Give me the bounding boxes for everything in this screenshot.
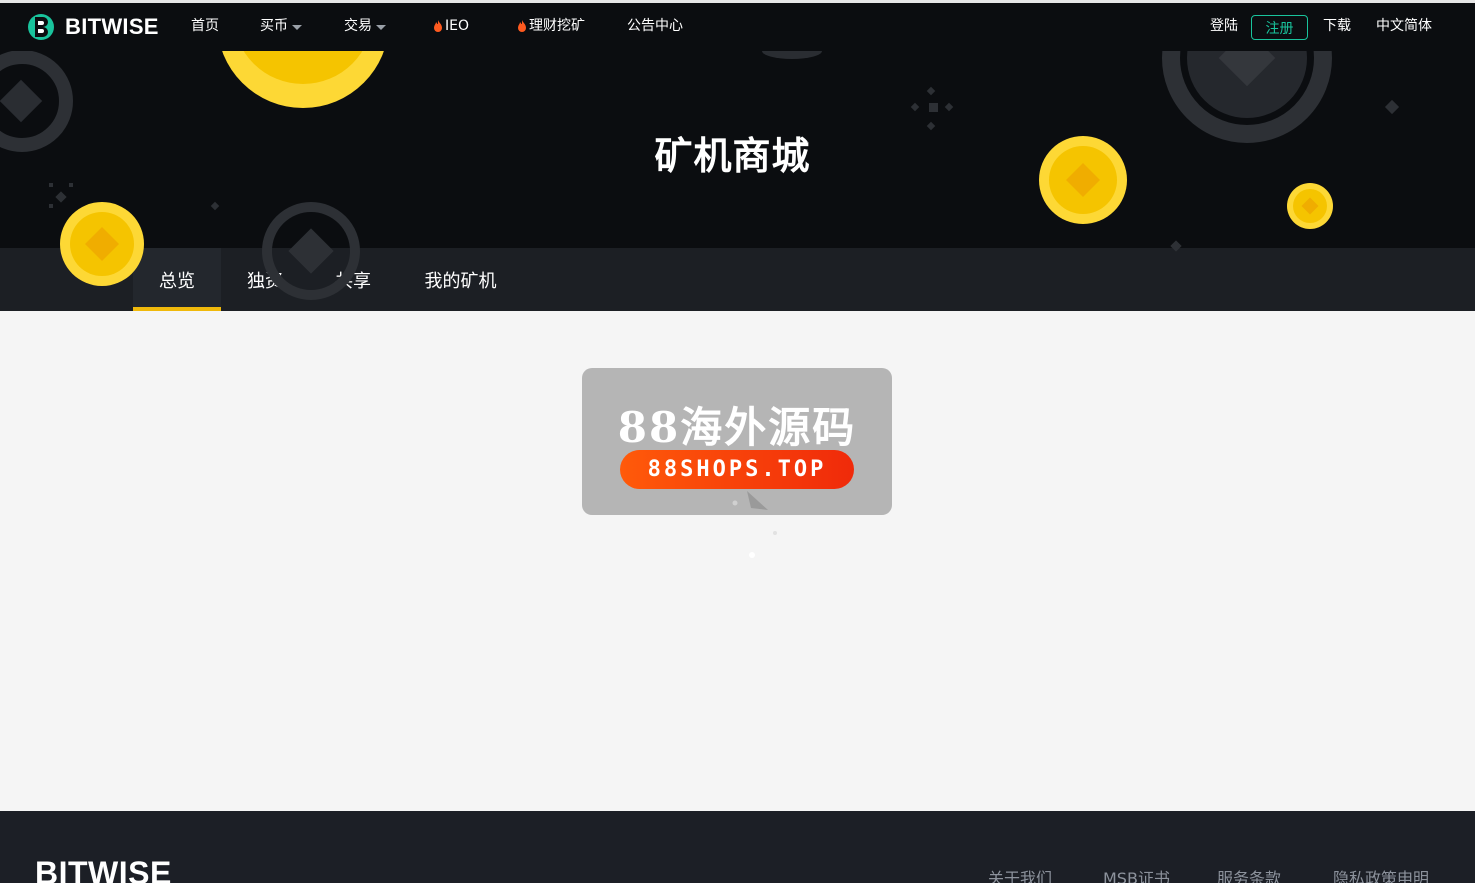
footer-link-privacy[interactable]: 隐私政策申明 <box>1333 865 1429 883</box>
login-label: 登陆 <box>1210 18 1238 34</box>
tab-overview[interactable]: 总览 <box>133 248 221 311</box>
watermark-title: 88海外源码 <box>617 403 857 452</box>
nav-announcements-label: 公告中心 <box>627 18 683 34</box>
nav-ieo[interactable]: IEO <box>433 17 469 35</box>
flame-icon <box>434 19 442 32</box>
language-selector[interactable]: 中文简体 <box>1376 17 1432 35</box>
watermark-site: 88SHOPS.TOP <box>647 457 827 482</box>
tab-my-miners[interactable]: 我的矿机 <box>397 248 524 311</box>
watermark-site-pill: 88SHOPS.TOP <box>620 450 854 489</box>
nav-buy-coin-label: 买币 <box>260 18 288 34</box>
hero-banner: 矿机商城 <box>0 51 1475 248</box>
tab-sole-label: 独资 <box>247 270 283 292</box>
nav-mining-label: 理财挖矿 <box>529 18 585 34</box>
footer-link-terms[interactable]: 服务条款 <box>1217 865 1281 883</box>
nav-home[interactable]: 首页 <box>191 17 219 35</box>
chevron-down-icon <box>292 24 302 30</box>
brand-logo-text: BITWISE <box>65 14 159 39</box>
download-label: 下载 <box>1323 18 1351 34</box>
download-link[interactable]: 下载 <box>1323 17 1351 35</box>
nav-home-label: 首页 <box>191 18 219 34</box>
footer-link-msb[interactable]: MSB证书 <box>1103 865 1170 883</box>
site-footer: BITWISE 关于我们 MSB证书 服务条款 隐私政策申明 <box>0 811 1475 883</box>
nav-mining[interactable]: 理财挖矿 <box>517 17 585 35</box>
brand-logo[interactable]: BITWISE <box>27 11 159 43</box>
nav-announcements[interactable]: 公告中心 <box>627 17 683 35</box>
loading-spinner-icon <box>732 491 777 558</box>
page-title: 矿机商城 <box>654 134 811 178</box>
flame-icon <box>518 19 526 32</box>
bitwise-logo-icon <box>28 14 54 40</box>
top-navigation-bar: BITWISE 首页 买币 交易 IEO 理财挖矿 公告中心 登陆 注册 下载 … <box>0 0 1475 51</box>
mining-tabs: 总览 独资 共享 我的矿机 <box>0 248 1475 311</box>
chevron-down-icon <box>376 24 386 30</box>
tab-my-miners-label: 我的矿机 <box>424 270 497 292</box>
register-label: 注册 <box>1265 20 1294 37</box>
tab-sole[interactable]: 独资 <box>221 248 309 311</box>
tab-shared-label: 共享 <box>335 270 371 292</box>
nav-ieo-label: IEO <box>445 18 469 34</box>
footer-link-about[interactable]: 关于我们 <box>988 865 1052 883</box>
nav-buy-coin[interactable]: 买币 <box>260 17 302 35</box>
tab-overview-label: 总览 <box>159 270 195 292</box>
login-link[interactable]: 登陆 <box>1210 17 1238 35</box>
tab-shared[interactable]: 共享 <box>309 248 397 311</box>
nav-trade[interactable]: 交易 <box>344 17 386 35</box>
content-area: 88海外源码 88SHOPS.TOP <box>0 311 1475 811</box>
footer-logo: BITWISE <box>35 855 172 883</box>
language-label: 中文简体 <box>1376 18 1432 34</box>
nav-trade-label: 交易 <box>344 18 372 34</box>
register-button[interactable]: 注册 <box>1251 15 1308 40</box>
